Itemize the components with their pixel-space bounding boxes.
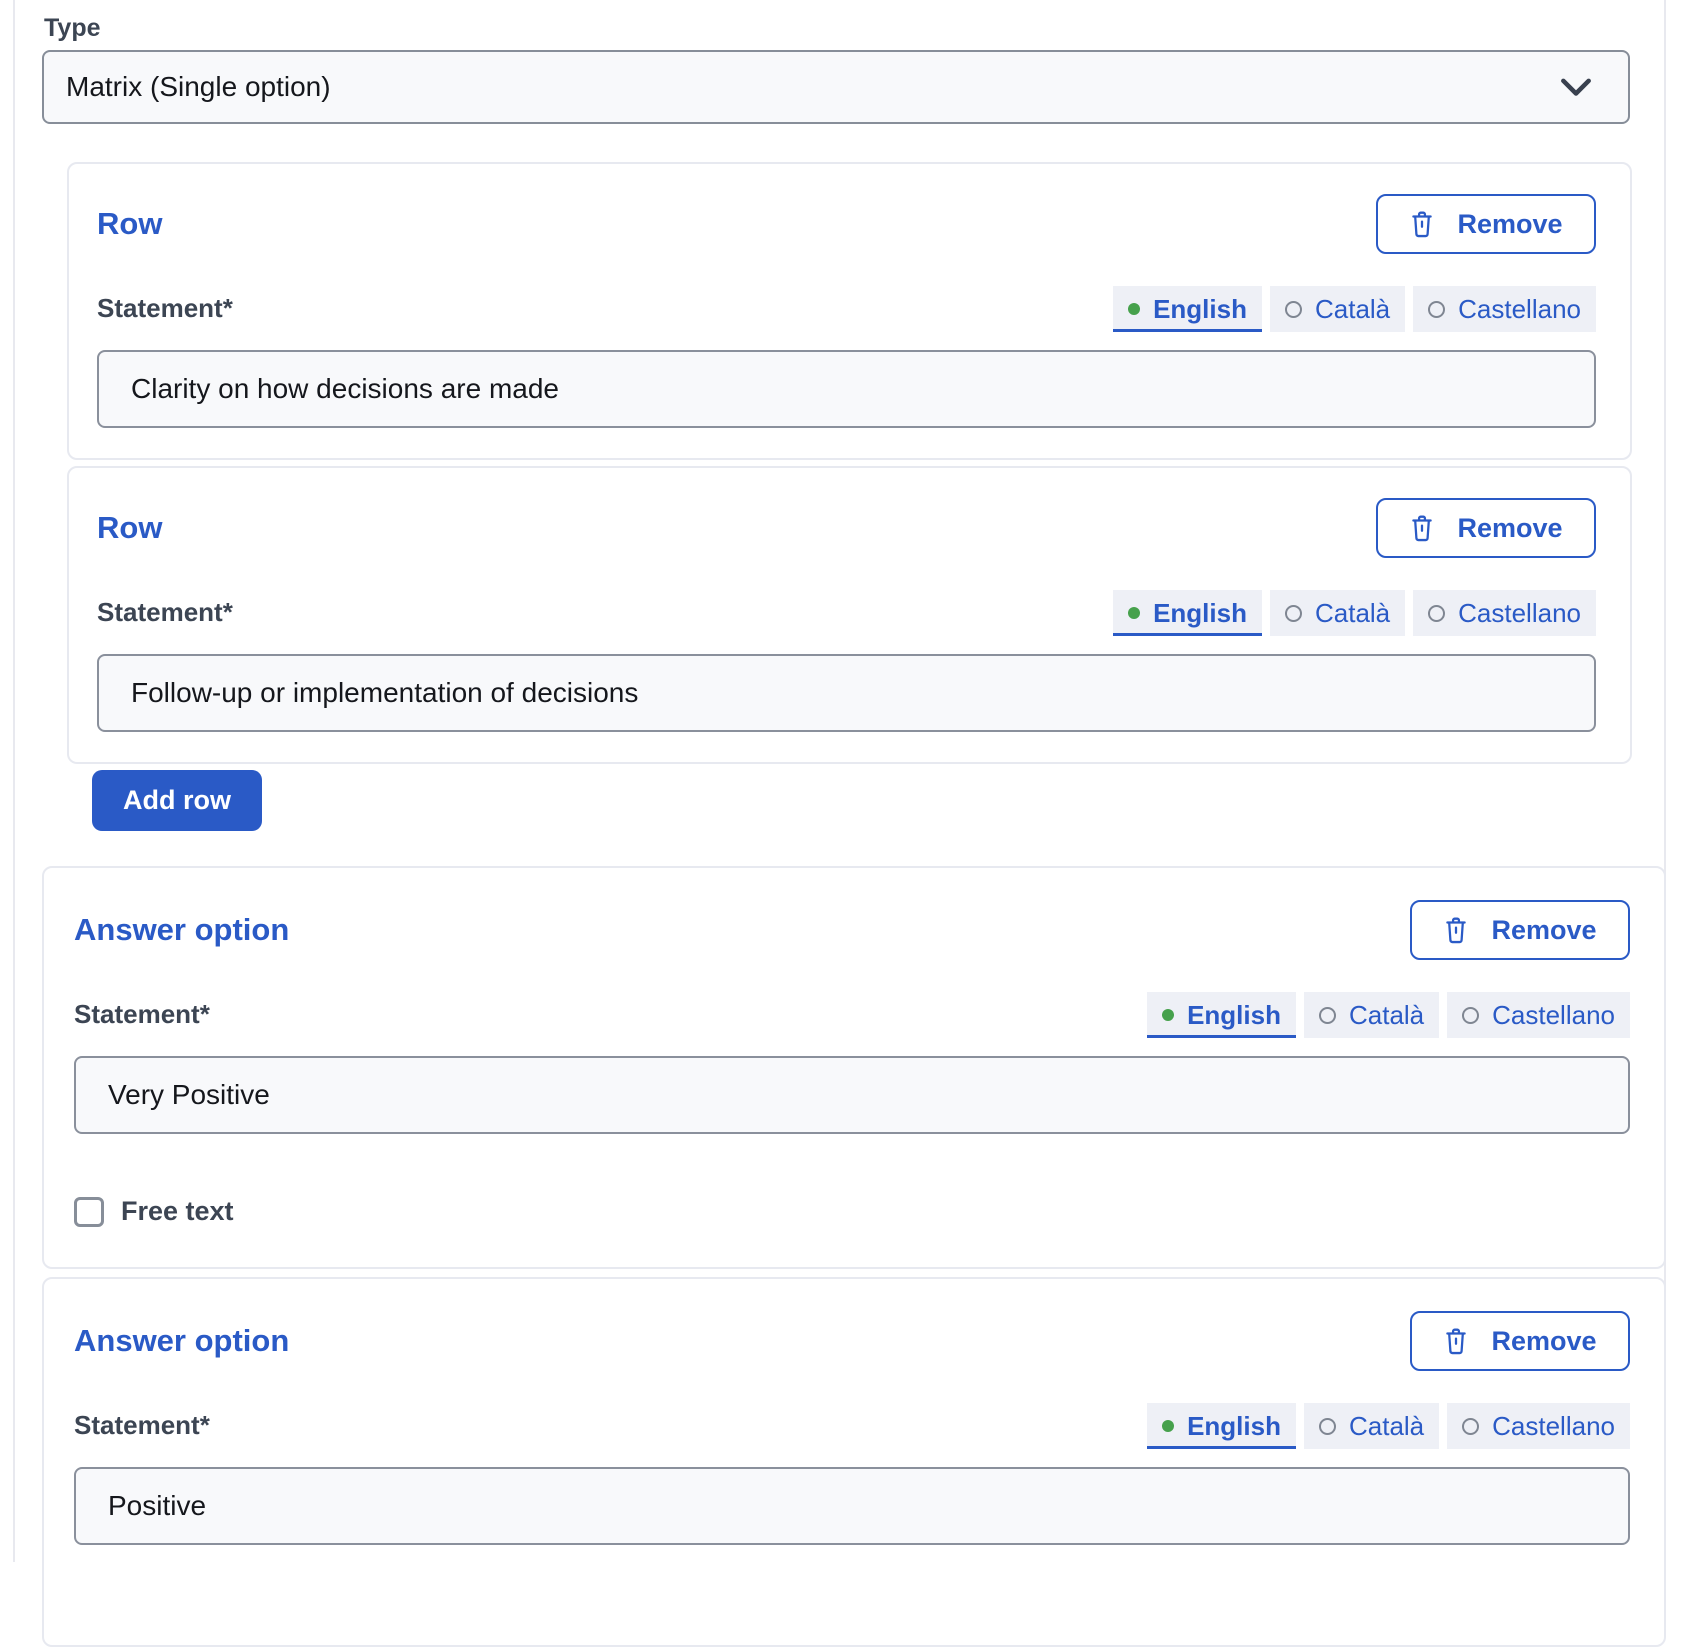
language-tab-english[interactable]: English [1147,1403,1296,1449]
language-tab-catala[interactable]: Català [1304,1403,1439,1449]
language-tabs: English Català Castellano [1113,286,1596,332]
language-tab-label: Castellano [1458,294,1581,324]
unselected-language-radio-icon [1285,301,1302,318]
statement-row: Statement* English Català Castellano [97,286,1596,332]
language-tab-castellano[interactable]: Castellano [1413,590,1596,636]
language-tab-label: English [1153,294,1247,324]
answer-option-card: Answer option Remove Statement* [42,866,1666,1269]
matrix-rows-section: Row Remove Sta [67,162,1632,831]
statement-label: Statement* [74,999,210,1038]
language-tab-label: Català [1315,294,1390,324]
trash-icon [1409,514,1435,542]
answer-option-heading: Answer option [74,1324,289,1358]
language-tab-label: Castellano [1458,598,1581,628]
remove-row-button[interactable]: Remove [1376,194,1596,254]
statement-row: Statement* English Català Castellano [97,590,1596,636]
trash-icon [1409,210,1435,238]
chevron-down-icon [1560,78,1592,97]
language-tab-label: Castellano [1492,1000,1615,1030]
unselected-language-radio-icon [1428,605,1445,622]
answer-option-card: Answer option Remove Statement* [42,1277,1666,1647]
language-tab-label: Català [1315,598,1390,628]
language-tab-label: English [1187,1000,1281,1030]
row-heading: Row [97,207,162,241]
unselected-language-radio-icon [1428,301,1445,318]
row-statement-input[interactable] [97,350,1596,428]
trash-icon [1443,1327,1469,1355]
language-tab-castellano[interactable]: Castellano [1447,992,1630,1038]
row-heading: Row [97,511,162,545]
answer-option-card-clipped-area [74,1545,1630,1605]
language-tab-label: English [1153,598,1247,628]
statement-label: Statement* [97,293,233,332]
selected-language-dot-icon [1162,1420,1174,1432]
remove-button-label: Remove [1491,915,1596,946]
free-text-label: Free text [121,1196,234,1227]
language-tabs: English Català Castellano [1113,590,1596,636]
answer-option-statement-input[interactable] [74,1467,1630,1545]
selected-language-dot-icon [1128,303,1140,315]
statement-row: Statement* English Català Castellano [74,1403,1630,1449]
unselected-language-radio-icon [1319,1418,1336,1435]
row-card: Row Remove Sta [67,466,1632,764]
answer-option-header: Answer option Remove [74,1311,1630,1371]
language-tab-castellano[interactable]: Castellano [1413,286,1596,332]
language-tabs: English Català Castellano [1147,1403,1630,1449]
language-tab-catala[interactable]: Català [1304,992,1439,1038]
row-card-header: Row Remove [97,498,1596,558]
language-tab-label: Català [1349,1000,1424,1030]
row-card-header: Row Remove [97,194,1596,254]
free-text-checkbox[interactable] [74,1197,104,1227]
trash-icon [1443,916,1469,944]
unselected-language-radio-icon [1462,1418,1479,1435]
panel-left-border [13,0,15,1562]
type-select-value: Matrix (Single option) [66,71,1560,103]
unselected-language-radio-icon [1285,605,1302,622]
answer-option-heading: Answer option [74,913,289,947]
language-tab-english[interactable]: English [1113,590,1262,636]
language-tab-label: Castellano [1492,1411,1615,1441]
remove-row-button[interactable]: Remove [1376,498,1596,558]
statement-row: Statement* English Català Castellano [74,992,1630,1038]
add-row-button[interactable]: Add row [92,770,262,831]
type-select[interactable]: Matrix (Single option) [42,50,1630,124]
unselected-language-radio-icon [1462,1007,1479,1024]
answer-option-statement-input[interactable] [74,1056,1630,1134]
language-tab-castellano[interactable]: Castellano [1447,1403,1630,1449]
statement-label: Statement* [97,597,233,636]
remove-answer-option-button[interactable]: Remove [1410,900,1630,960]
type-label: Type [44,14,1666,42]
row-card: Row Remove Sta [67,162,1632,460]
language-tab-label: Català [1349,1411,1424,1441]
language-tab-english[interactable]: English [1113,286,1262,332]
language-tab-catala[interactable]: Català [1270,286,1405,332]
language-tab-label: English [1187,1411,1281,1441]
remove-button-label: Remove [1457,209,1562,240]
selected-language-dot-icon [1162,1009,1174,1021]
unselected-language-radio-icon [1319,1007,1336,1024]
language-tabs: English Català Castellano [1147,992,1630,1038]
statement-label: Statement* [74,1410,210,1449]
selected-language-dot-icon [1128,607,1140,619]
remove-button-label: Remove [1491,1326,1596,1357]
language-tab-catala[interactable]: Català [1270,590,1405,636]
question-editor-content: Type Matrix (Single option) Row [42,0,1666,1647]
row-statement-input[interactable] [97,654,1596,732]
remove-button-label: Remove [1457,513,1562,544]
remove-answer-option-button[interactable]: Remove [1410,1311,1630,1371]
answer-option-header: Answer option Remove [74,900,1630,960]
free-text-option: Free text [74,1196,1630,1227]
language-tab-english[interactable]: English [1147,992,1296,1038]
